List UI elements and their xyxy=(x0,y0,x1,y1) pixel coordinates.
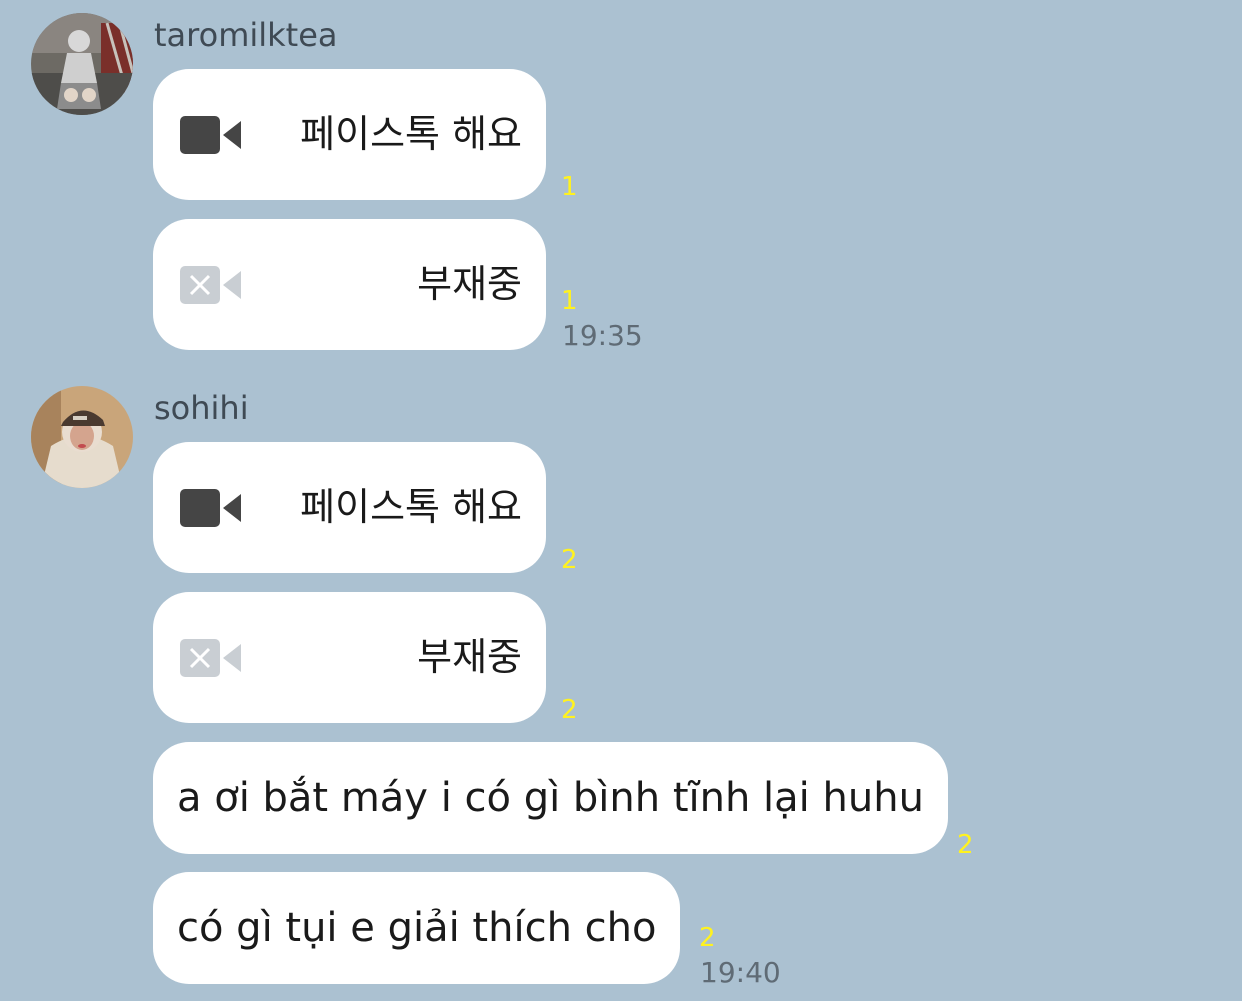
profile-photo-taromilktea xyxy=(31,13,133,115)
call-label: 부재중 xyxy=(417,635,522,679)
unread-count: 1 xyxy=(561,172,578,202)
video-camera-missed-icon xyxy=(180,639,242,677)
missed-call-bubble[interactable]: 부재중 xyxy=(153,219,546,350)
call-label: 페이스톡 해요 xyxy=(300,485,522,529)
profile-photo-sohihi xyxy=(31,386,133,488)
video-camera-missed-icon xyxy=(180,266,242,304)
call-label: 페이스톡 해요 xyxy=(300,112,522,156)
unread-count: 2 xyxy=(699,923,716,953)
video-call-bubble[interactable]: 페이스톡 해요 xyxy=(153,442,546,573)
unread-count: 2 xyxy=(561,545,578,575)
unread-count: 2 xyxy=(957,830,974,860)
video-camera-icon xyxy=(180,116,242,154)
sender-name: sohihi xyxy=(154,389,249,427)
text-message-bubble[interactable]: có gì tụi e giải thích cho xyxy=(153,872,681,984)
avatar-sohihi[interactable] xyxy=(31,386,133,488)
unread-count: 2 xyxy=(561,695,578,725)
missed-call-bubble[interactable]: 부재중 xyxy=(153,592,546,723)
avatar-taromilktea[interactable] xyxy=(31,13,133,115)
text-message-bubble[interactable]: a ơi bắt máy i có gì bình tĩnh lại huhu xyxy=(153,742,948,854)
message-timestamp: 19:40 xyxy=(700,956,781,989)
message-timestamp: 19:35 xyxy=(562,319,643,352)
sender-name: taromilktea xyxy=(154,16,338,54)
video-camera-icon xyxy=(180,489,242,527)
unread-count: 1 xyxy=(561,286,578,316)
video-call-bubble[interactable]: 페이스톡 해요 xyxy=(153,69,546,200)
call-label: 부재중 xyxy=(417,262,522,306)
